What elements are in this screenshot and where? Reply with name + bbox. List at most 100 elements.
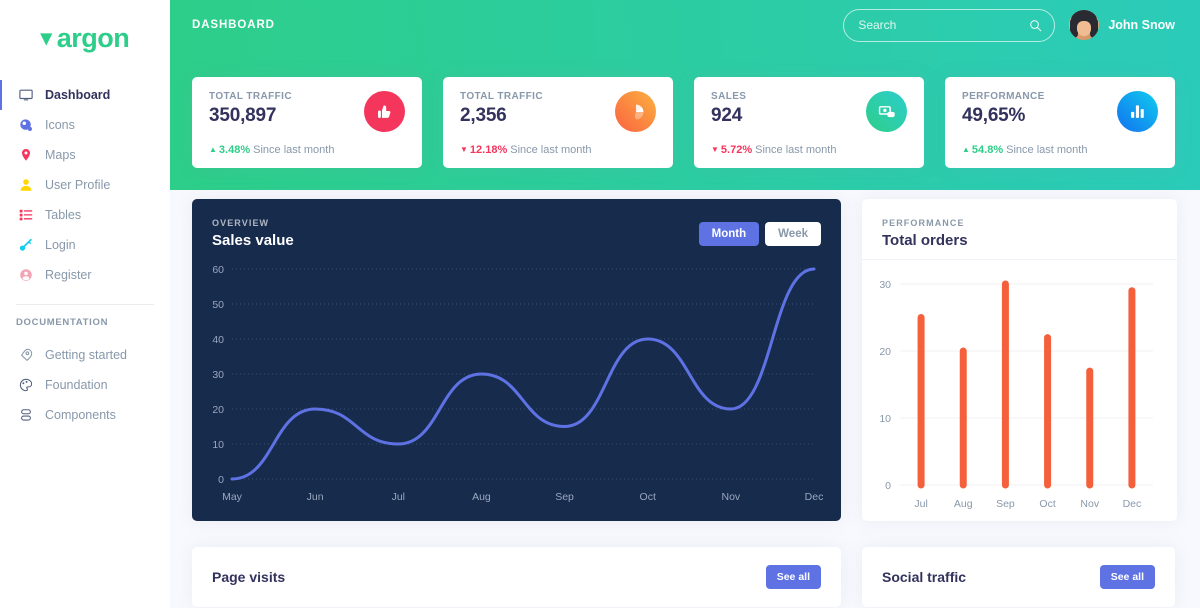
- desktop-icon: [18, 88, 33, 103]
- sidebar-item-components[interactable]: Components: [0, 400, 170, 430]
- bar-chart[interactable]: 0 10 20 30 Jul Aug Sep Oct Nov Dec: [866, 272, 1163, 517]
- stat-delta-value: 12.18%: [469, 144, 508, 156]
- stat-label: TOTAL TRAFFIC: [209, 91, 292, 102]
- money-icon: [866, 91, 907, 132]
- stat-delta-value: 54.8%: [971, 144, 1004, 156]
- stat-card-performance: PERFORMANCE 49,65% ▲ 54.8% Since last mo…: [945, 77, 1175, 168]
- line-chart-wrapper: 0 10 20 30 40 50 60 May Jun Jul Aug Sep Oct Nov Dec: [192, 249, 841, 512]
- sidebar-item-label: Getting started: [45, 348, 127, 362]
- svg-text:10: 10: [212, 439, 224, 451]
- stat-footer: ▲ 3.48% Since last month: [209, 144, 405, 156]
- sidebar-item-label: Dashboard: [45, 88, 111, 102]
- stat-note: Since last month: [253, 144, 335, 156]
- svg-text:Oct: Oct: [640, 491, 656, 503]
- social-traffic-see-all-button[interactable]: See all: [1099, 565, 1155, 589]
- user-icon: [18, 178, 33, 193]
- stat-delta: ▲ 54.8%: [962, 144, 1003, 156]
- sidebar-item-dashboard[interactable]: Dashboard: [0, 80, 170, 110]
- stat-footer: ▼ 5.72% Since last month: [711, 144, 907, 156]
- toggle-month[interactable]: Month: [698, 221, 760, 246]
- sales-chart-header: OVERVIEW Sales value Month Week: [192, 199, 841, 249]
- list-icon: [18, 208, 33, 223]
- sidebar: ▾ argon Dashboard Icons Maps User Profil…: [0, 0, 170, 608]
- sidebar-item-label: Foundation: [45, 378, 108, 392]
- stat-label: SALES: [711, 91, 747, 102]
- sidebar-item-register[interactable]: Register: [0, 260, 170, 290]
- svg-text:Nov: Nov: [1080, 498, 1099, 510]
- sidebar-item-getting-started[interactable]: Getting started: [0, 340, 170, 370]
- sidebar-item-user-profile[interactable]: User Profile: [0, 170, 170, 200]
- svg-text:Aug: Aug: [472, 491, 491, 503]
- stat-card-text: TOTAL TRAFFIC 2,356: [460, 91, 543, 127]
- arrow-down-icon: ▼: [711, 145, 719, 154]
- stat-label: PERFORMANCE: [962, 91, 1045, 102]
- sidebar-item-icons[interactable]: Icons: [0, 110, 170, 140]
- stat-value: 350,897: [209, 105, 277, 126]
- search-box[interactable]: [843, 8, 1056, 42]
- palette-icon: [18, 378, 33, 393]
- bullseye-icon: [18, 118, 33, 133]
- key-icon: [18, 238, 33, 253]
- app-root: ▾ argon Dashboard Icons Maps User Profil…: [0, 0, 1200, 608]
- sidebar-item-maps[interactable]: Maps: [0, 140, 170, 170]
- toggle-week[interactable]: Week: [765, 221, 821, 246]
- svg-text:30: 30: [879, 279, 891, 291]
- search-input[interactable]: [858, 18, 1030, 32]
- sidebar-item-label: Maps: [45, 148, 76, 162]
- sidebar-item-label: Register: [45, 268, 92, 282]
- svg-text:0: 0: [218, 474, 224, 486]
- thumbs-up-icon: [364, 91, 405, 132]
- components-icon: [18, 408, 33, 423]
- sidebar-nav: Dashboard Icons Maps User Profile Tables…: [0, 80, 170, 290]
- page-visits-panel: Page visits See all: [192, 547, 841, 607]
- svg-text:Sep: Sep: [555, 491, 574, 503]
- sidebar-item-label: Icons: [45, 118, 75, 132]
- stat-card-sales: SALES 924 ▼ 5.72% Since last month: [694, 77, 924, 168]
- svg-text:60: 60: [212, 264, 224, 276]
- stat-card-total-traffic-2: TOTAL TRAFFIC 2,356 ▼ 12.18% Since last …: [443, 77, 673, 168]
- stat-card-top: SALES 924: [711, 91, 907, 132]
- search-icon[interactable]: [1029, 19, 1042, 32]
- avatar: [1069, 10, 1100, 40]
- stat-delta-value: 3.48%: [218, 144, 251, 156]
- stat-card-top: PERFORMANCE 49,65%: [962, 91, 1158, 132]
- bottom-panels-row: Page visits See all Social traffic See a…: [192, 547, 1175, 607]
- sidebar-item-foundation[interactable]: Foundation: [0, 370, 170, 400]
- content-area: TOTAL TRAFFIC 350,897 ▲ 3.48% Since last…: [170, 50, 1200, 607]
- sidebar-section-heading: DOCUMENTATION: [16, 317, 109, 328]
- stat-card-text: TOTAL TRAFFIC 350,897: [209, 91, 292, 127]
- stat-card-text: PERFORMANCE 49,65%: [962, 91, 1045, 127]
- pie-chart-icon: [615, 91, 656, 132]
- main-area: DASHBOARD John Snow: [170, 0, 1200, 608]
- stat-card-top: TOTAL TRAFFIC 2,356: [460, 91, 656, 132]
- sidebar-item-login[interactable]: Login: [0, 230, 170, 260]
- orders-chart-header: PERFORMANCE Total orders: [862, 199, 1177, 260]
- social-traffic-title: Social traffic: [882, 569, 967, 585]
- brand-logo[interactable]: ▾ argon: [0, 12, 170, 64]
- stat-card-text: SALES 924: [711, 91, 746, 127]
- sidebar-divider: [16, 304, 154, 305]
- bar-chart-wrapper: 0 10 20 30 Jul Aug Sep Oct Nov Dec: [862, 260, 1177, 520]
- svg-text:50: 50: [212, 299, 224, 311]
- svg-text:Sep: Sep: [996, 498, 1015, 510]
- svg-text:Dec: Dec: [805, 491, 824, 503]
- brand-chevron-icon: ▾: [40, 25, 52, 50]
- svg-text:40: 40: [212, 334, 224, 346]
- stat-delta: ▲ 3.48%: [209, 144, 250, 156]
- sales-chart-title: Sales value: [212, 232, 294, 249]
- stat-label: TOTAL TRAFFIC: [460, 91, 543, 102]
- user-menu[interactable]: John Snow: [1069, 10, 1175, 40]
- svg-text:20: 20: [879, 346, 891, 358]
- orders-chart-eyebrow: PERFORMANCE: [882, 218, 965, 228]
- line-chart[interactable]: 0 10 20 30 40 50 60 May Jun Jul Aug Sep Oct Nov Dec: [198, 257, 828, 509]
- page-visits-see-all-button[interactable]: See all: [765, 565, 821, 589]
- user-circle-icon: [18, 268, 33, 283]
- page-visits-title: Page visits: [212, 569, 286, 585]
- orders-chart-title: Total orders: [882, 232, 968, 249]
- stat-card-total-traffic-1: TOTAL TRAFFIC 350,897 ▲ 3.48% Since last…: [192, 77, 422, 168]
- stat-card-top: TOTAL TRAFFIC 350,897: [209, 91, 405, 132]
- stat-note: Since last month: [510, 144, 592, 156]
- sales-chart-eyebrow: OVERVIEW: [212, 218, 270, 228]
- sidebar-item-tables[interactable]: Tables: [0, 200, 170, 230]
- avatar-face: [1077, 21, 1092, 36]
